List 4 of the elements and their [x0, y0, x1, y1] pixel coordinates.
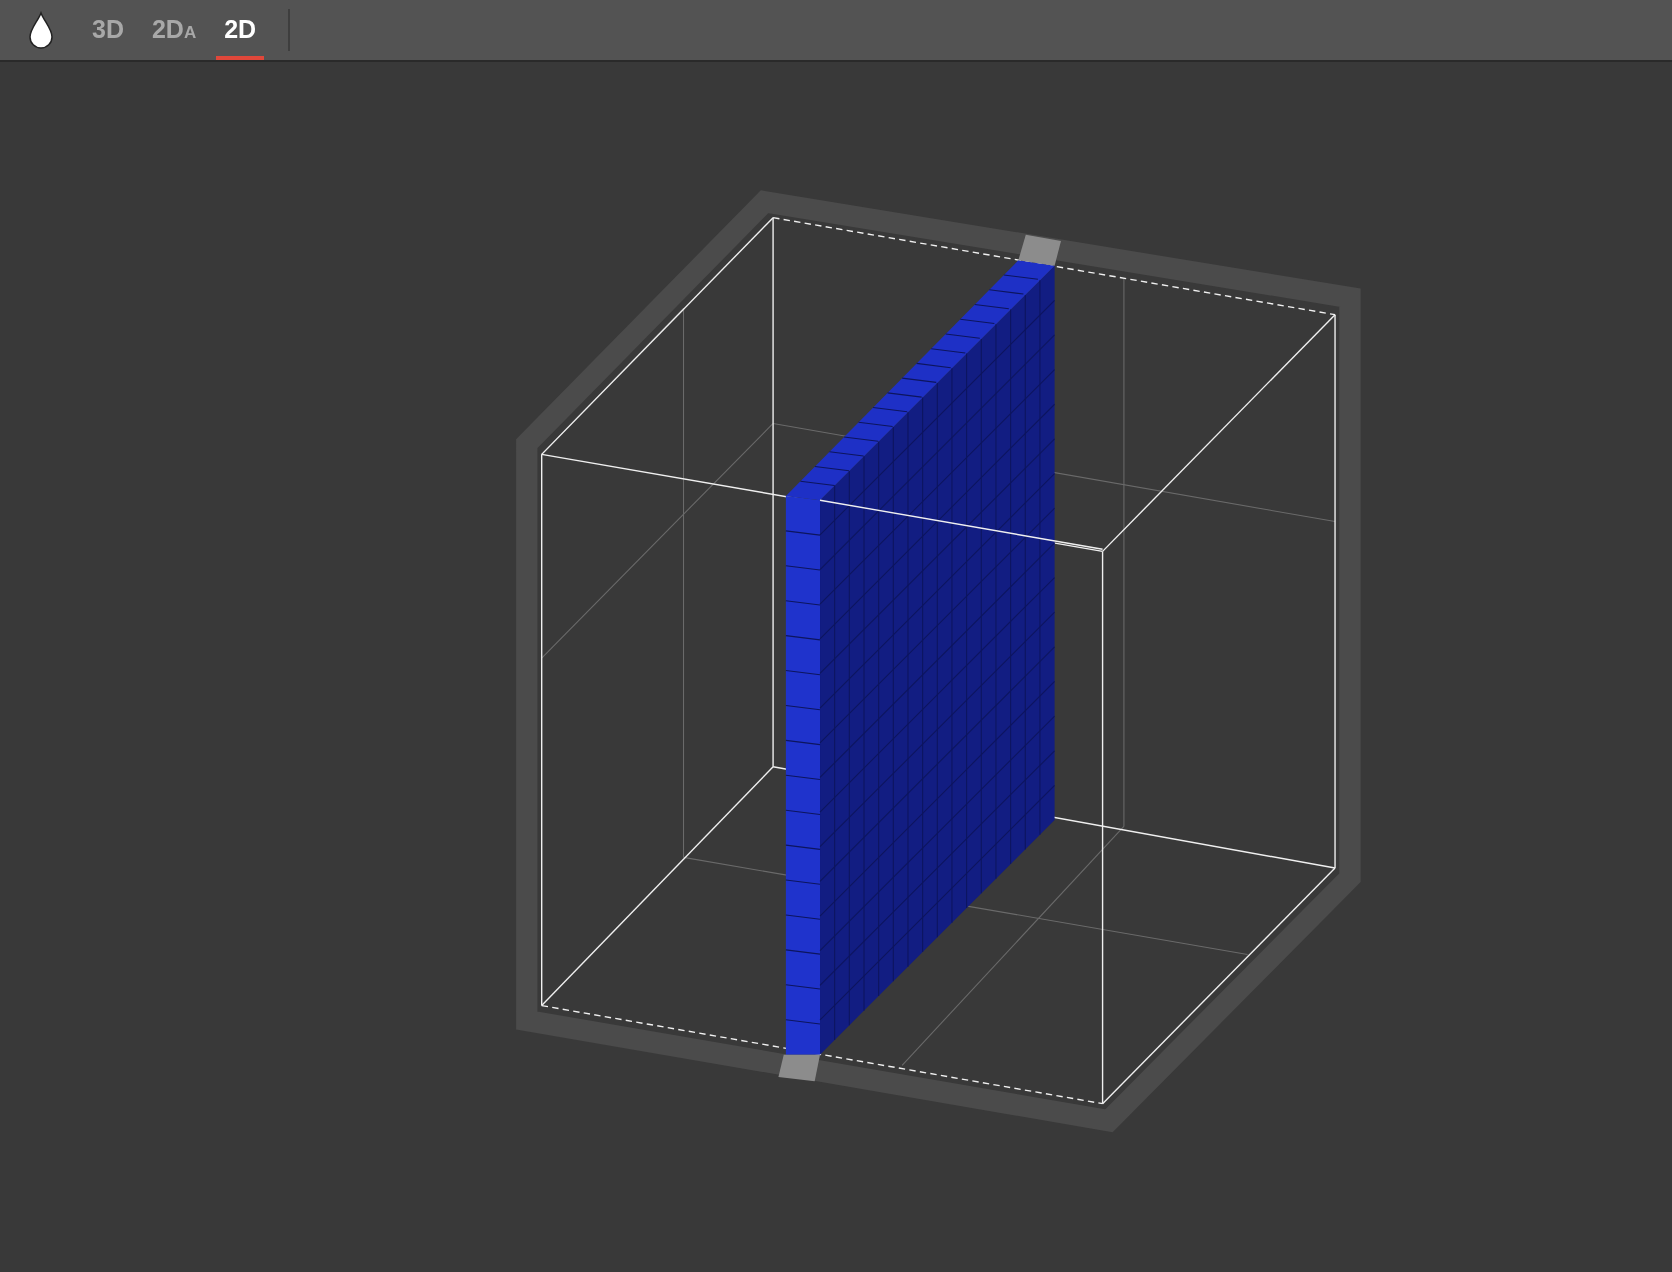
view-mode-tab[interactable]: 3D: [84, 4, 132, 60]
water-drop-icon[interactable]: [26, 11, 56, 49]
view-mode-tab[interactable]: 2D: [216, 4, 265, 60]
view-mode-tab[interactable]: 2DA: [143, 4, 205, 60]
